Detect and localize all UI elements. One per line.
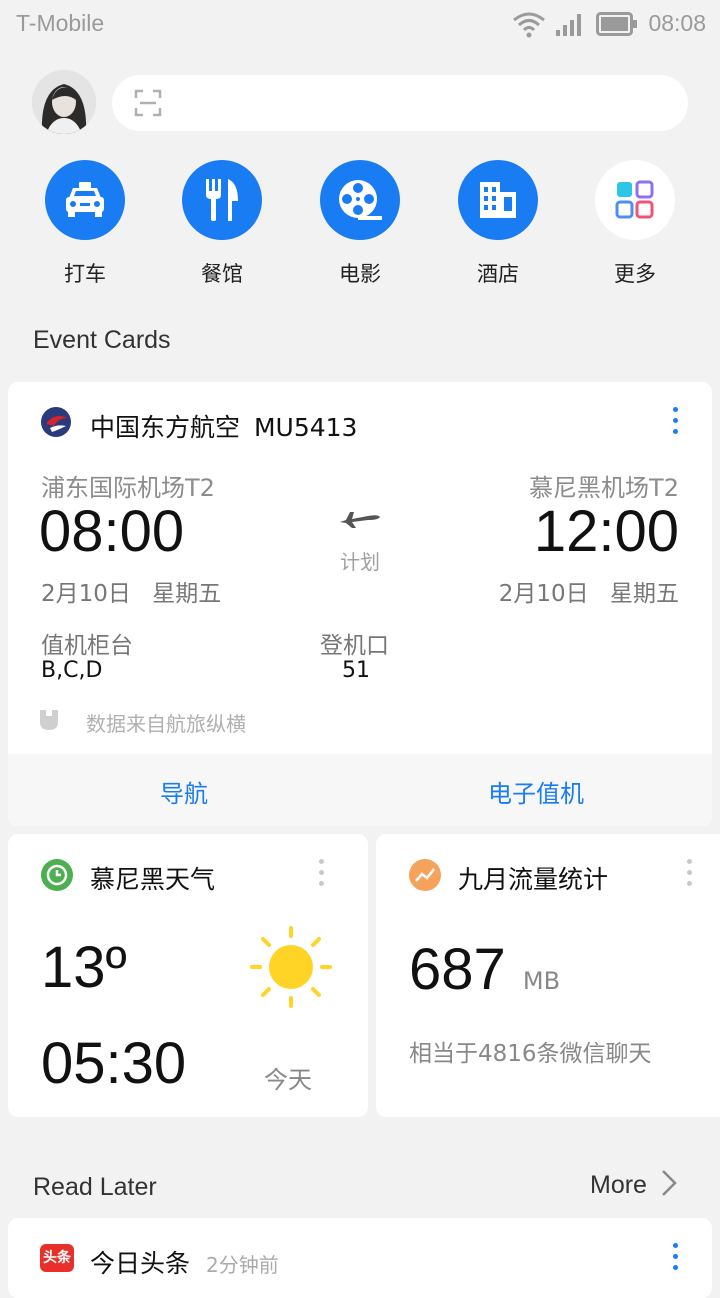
read-later-source: 今日头条 2分钟前 — [90, 1244, 279, 1280]
wifi-icon — [513, 12, 545, 38]
data-usage-menu-icon[interactable] — [687, 859, 693, 892]
quick-app-label: 打车 — [64, 262, 106, 286]
sun-icon — [250, 926, 332, 1008]
checkin-counter-value: B,C,D — [41, 658, 103, 683]
data-usage-card[interactable]: 九月流量统计 687 MB 相当于4816条微信聊天 — [376, 834, 720, 1117]
flight-actions: 导航 电子值机 — [8, 754, 712, 826]
battery-icon — [596, 12, 637, 36]
chevron-right-icon — [662, 1170, 677, 1196]
film-reel-icon — [339, 180, 382, 220]
arrival-date: 2月10日 — [498, 581, 589, 607]
departure-date-row: 2月10日 星期五 — [41, 574, 221, 608]
checkin-counter-label: 值机柜台 — [41, 633, 133, 659]
search-bar[interactable] — [112, 75, 688, 131]
hotel-icon — [480, 182, 516, 218]
arrival-date-row: 2月10日 星期五 — [499, 574, 679, 608]
gate-label: 登机口 — [320, 633, 389, 659]
restaurant-icon — [206, 179, 238, 221]
gate-value: 51 — [342, 658, 370, 683]
flight-status: 计划 — [340, 550, 380, 574]
arrival-time: 12:00 — [533, 499, 679, 564]
quick-app-restaurant[interactable]: 餐馆 — [167, 160, 277, 300]
more-grid-icon — [615, 180, 654, 219]
airline-name: 中国东方航空 — [90, 413, 241, 442]
quick-app-label: 酒店 — [477, 262, 519, 286]
departure-weekday: 星期五 — [152, 581, 222, 607]
movie-button[interactable] — [320, 160, 400, 240]
source-logo-icon — [40, 710, 58, 730]
read-later-title: Read Later — [33, 1173, 157, 1201]
read-later-menu-icon[interactable] — [673, 1243, 679, 1276]
quick-app-hotel[interactable]: 酒店 — [443, 160, 553, 300]
temperature: 13º — [41, 935, 127, 1000]
quick-app-label: 更多 — [614, 262, 656, 286]
navigate-button[interactable]: 导航 — [8, 774, 360, 809]
online-checkin-button[interactable]: 电子值机 — [360, 774, 712, 809]
quick-app-label: 电影 — [339, 262, 381, 286]
more-link[interactable]: More — [590, 1168, 678, 1200]
avatar[interactable] — [32, 70, 96, 134]
flight-card[interactable]: 中国东方航空 MU5413 浦东国际机场T2 慕尼黑机场T2 08:00 12:… — [8, 382, 712, 826]
quick-app-more[interactable]: 更多 — [580, 160, 690, 300]
read-later-item[interactable]: 头条 今日头条 2分钟前 — [8, 1218, 712, 1298]
carrier-name: T-Mobile — [16, 10, 105, 36]
event-cards-title: Event Cards — [33, 326, 171, 354]
flight-number: MU5413 — [253, 413, 358, 442]
taxi-button[interactable] — [45, 160, 125, 240]
weather-card[interactable]: 慕尼黑天气 13º 05:30 今天 — [8, 834, 368, 1117]
arrival-weekday: 星期五 — [610, 581, 679, 607]
weather-card-menu-icon[interactable] — [319, 859, 325, 892]
more-button[interactable] — [595, 160, 675, 240]
data-usage-unit: MB — [522, 967, 561, 995]
clock-icon — [41, 859, 73, 891]
airline-logo-icon — [41, 407, 71, 437]
day-label: 今天 — [264, 1066, 312, 1094]
avatar-image — [32, 70, 96, 134]
read-later-time: 2分钟前 — [205, 1253, 279, 1277]
data-usage-title: 九月流量统计 — [458, 865, 609, 894]
data-source-text: 数据来自航旅纵横 — [86, 712, 246, 736]
flight-card-menu-icon[interactable] — [673, 407, 679, 440]
restaurant-button[interactable] — [182, 160, 262, 240]
quick-app-taxi[interactable]: 打车 — [30, 160, 140, 300]
airplane-icon — [340, 512, 380, 528]
data-usage-amount: 687 MB — [409, 936, 560, 1003]
quick-app-movie[interactable]: 电影 — [305, 160, 415, 300]
more-link-label: More — [590, 1171, 647, 1199]
quick-app-label: 餐馆 — [201, 262, 243, 286]
sunrise-time: 05:30 — [41, 1031, 187, 1096]
scan-icon[interactable] — [134, 89, 162, 117]
flight-title: 中国东方航空 MU5413 — [90, 408, 357, 444]
clock: 08:08 — [648, 10, 706, 36]
data-usage-value: 687 — [409, 937, 506, 1002]
hotel-button[interactable] — [458, 160, 538, 240]
toutiao-logo-icon: 头条 — [40, 1244, 74, 1272]
departure-date: 2月10日 — [41, 581, 131, 607]
signal-icon — [556, 14, 581, 36]
search-input[interactable] — [172, 85, 656, 123]
trend-icon — [409, 859, 441, 891]
read-later-source-name: 今日头条 — [90, 1249, 191, 1278]
data-usage-note: 相当于4816条微信聊天 — [409, 1041, 652, 1067]
weather-title: 慕尼黑天气 — [90, 865, 216, 894]
departure-time: 08:00 — [39, 499, 185, 564]
taxi-icon — [66, 182, 104, 217]
status-bar: T-Mobile 08:08 — [0, 0, 720, 50]
